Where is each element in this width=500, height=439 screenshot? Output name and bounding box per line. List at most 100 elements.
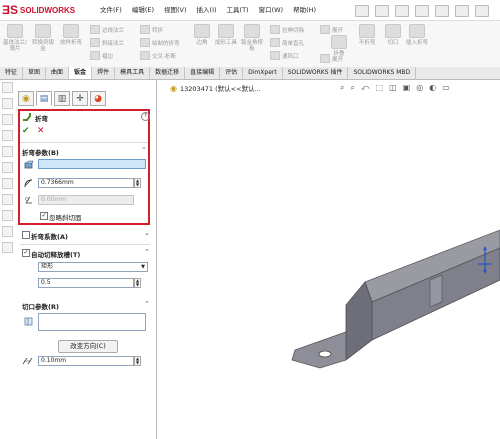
rip-params-chevron-icon[interactable]: ⌃ bbox=[144, 300, 150, 308]
display-style-icon[interactable]: ▣ bbox=[403, 83, 411, 93]
rip-params-header[interactable]: 切口参数(R) bbox=[22, 301, 59, 311]
tab-data-migration[interactable]: 数据迁移 bbox=[150, 67, 186, 79]
tab-sketch[interactable]: 草图 bbox=[23, 67, 47, 79]
lofted-bend-button[interactable]: 放样折弯 bbox=[58, 24, 84, 46]
menu-window[interactable]: 窗口(W) bbox=[259, 4, 284, 14]
side-icon-4[interactable] bbox=[2, 130, 13, 141]
undo-icon[interactable] bbox=[435, 5, 449, 17]
forming-tool-button[interactable]: 成形工具 bbox=[215, 24, 237, 46]
tab-surfaces[interactable]: 曲面 bbox=[46, 67, 70, 79]
side-icon-7[interactable] bbox=[2, 178, 13, 189]
insert-bends-button[interactable]: 插入折弯 bbox=[405, 24, 429, 46]
dimxpert-tab[interactable]: ✛ bbox=[72, 91, 88, 106]
gusset-button[interactable]: 钣金角撑板 bbox=[240, 24, 264, 52]
section-view-icon[interactable]: ⬚ bbox=[376, 83, 384, 93]
scene-icon[interactable]: ▭ bbox=[442, 83, 450, 93]
side-icon-3[interactable] bbox=[2, 114, 13, 125]
sheet-metal-part[interactable] bbox=[280, 220, 500, 370]
no-bend-button[interactable]: 不折弯 bbox=[355, 24, 379, 46]
base-flange-button[interactable]: 基体法兰/薄片 bbox=[2, 24, 28, 52]
side-icon-8[interactable] bbox=[2, 194, 13, 205]
tab-sheet-metal[interactable]: 钣金 bbox=[69, 67, 93, 79]
hem-button[interactable]: 褶边 bbox=[90, 51, 113, 60]
tab-weldments[interactable]: 焊件 bbox=[92, 67, 116, 79]
flatten-button[interactable]: 展开 bbox=[320, 54, 343, 63]
tab-direct-editing[interactable]: 直接编辑 bbox=[185, 67, 221, 79]
jog-button[interactable]: 转折 bbox=[140, 25, 163, 34]
rip-button[interactable]: 切口 bbox=[384, 24, 402, 46]
feature-breadcrumb[interactable]: ◉ 13203471 (默认<<默认... bbox=[170, 83, 261, 94]
open-icon[interactable] bbox=[375, 5, 389, 17]
property-manager-tab[interactable]: ▤ bbox=[36, 91, 52, 106]
ratio-spin-button[interactable]: ▲ ▼ bbox=[134, 278, 141, 288]
bend-allowance-header[interactable]: 折弯系数(A) bbox=[31, 231, 68, 241]
bend-angle-input[interactable]: 0.00mm bbox=[38, 195, 134, 205]
unfold-button[interactable]: 展开 bbox=[320, 25, 343, 34]
tab-dimxpert[interactable]: DimXpert bbox=[243, 67, 283, 79]
side-icon-11[interactable] bbox=[2, 242, 13, 253]
bend-params-header[interactable]: 折弯参数(B) bbox=[22, 147, 59, 157]
appearance-icon[interactable]: ◐ bbox=[429, 83, 436, 93]
select-icon[interactable] bbox=[455, 5, 469, 17]
auto-relief-header[interactable]: 自动切释放槽(T) bbox=[31, 249, 80, 259]
bend-radius-input[interactable]: 0.7366mm bbox=[38, 178, 134, 188]
help-icon[interactable]: ? bbox=[141, 112, 150, 121]
tab-addins[interactable]: SOLIDWORKS 插件 bbox=[283, 67, 349, 79]
side-icon-9[interactable] bbox=[2, 210, 13, 221]
side-icon-2[interactable] bbox=[2, 98, 13, 109]
gap-spin-button[interactable]: ▲ ▼ bbox=[134, 356, 141, 366]
side-icon-5[interactable] bbox=[2, 146, 13, 157]
side-icon-1[interactable] bbox=[2, 82, 13, 93]
print-icon[interactable] bbox=[415, 5, 429, 17]
auto-relief-chevron-icon[interactable]: ⌃ bbox=[144, 248, 150, 256]
ok-button[interactable]: ✔ bbox=[22, 126, 30, 136]
relief-type-select[interactable]: 矩形 ▼ bbox=[38, 262, 148, 272]
menu-file[interactable]: 文件(F) bbox=[100, 4, 122, 14]
view-orientation-icon[interactable]: ◫ bbox=[389, 83, 397, 93]
rip-edges-input[interactable] bbox=[38, 313, 146, 331]
previous-view-icon[interactable]: ⤺ bbox=[361, 83, 370, 93]
solidworks-logo[interactable]: ƎS SOLIDWORKS bbox=[2, 3, 75, 17]
menu-tools[interactable]: 工具(T) bbox=[227, 4, 249, 14]
side-icon-10[interactable] bbox=[2, 226, 13, 237]
cancel-button[interactable]: ✕ bbox=[37, 126, 45, 136]
auto-relief-checkbox[interactable]: ✓ bbox=[22, 249, 30, 257]
zoom-area-icon[interactable]: ⌕ bbox=[350, 83, 354, 93]
tab-mold-tools[interactable]: 模具工具 bbox=[115, 67, 151, 79]
menu-help[interactable]: 帮助(H) bbox=[293, 4, 316, 14]
rip-gap-input[interactable]: 0.10mm bbox=[38, 356, 134, 366]
new-doc-icon[interactable] bbox=[355, 5, 369, 17]
tab-features[interactable]: 特征 bbox=[0, 67, 24, 79]
vent-button[interactable]: 通风口 bbox=[270, 51, 299, 60]
side-icon-6[interactable] bbox=[2, 162, 13, 173]
feature-tree-tab[interactable]: ◉ bbox=[18, 91, 34, 106]
cross-break-button[interactable]: 交叉-折断 bbox=[140, 51, 176, 60]
fixed-face-input[interactable] bbox=[38, 159, 146, 169]
extruded-cut-button[interactable]: 拉伸切除 bbox=[270, 25, 304, 34]
options-icon[interactable] bbox=[475, 5, 489, 17]
relief-ratio-input[interactable]: 0.5 bbox=[38, 278, 134, 288]
bend-allowance-chevron-icon[interactable]: ⌄ bbox=[144, 229, 150, 237]
menu-view[interactable]: 视图(V) bbox=[164, 4, 187, 14]
collapse-chevron-icon[interactable]: ⌃ bbox=[141, 146, 147, 154]
hide-show-icon[interactable]: ◎ bbox=[416, 83, 423, 93]
ignore-bevel-checkbox[interactable]: ✓ bbox=[40, 212, 48, 220]
configuration-tab[interactable]: ▥ bbox=[54, 91, 70, 106]
convert-sheetmetal-icon bbox=[35, 24, 51, 38]
convert-sheetmetal-button[interactable]: 转换到钣金 bbox=[30, 24, 56, 52]
menu-edit[interactable]: 编辑(E) bbox=[132, 4, 154, 14]
sketched-bend-button[interactable]: 绘制的折弯 bbox=[140, 38, 180, 47]
zoom-fit-icon[interactable]: ⌕ bbox=[340, 83, 344, 93]
bend-allowance-checkbox[interactable] bbox=[22, 231, 30, 239]
menu-insert[interactable]: 插入(I) bbox=[197, 4, 217, 14]
simple-hole-button[interactable]: 简单直孔 bbox=[270, 38, 304, 47]
display-manager-tab[interactable]: ◕ bbox=[90, 91, 106, 106]
corner-button[interactable]: 边角 bbox=[192, 24, 212, 46]
tab-mbd[interactable]: SOLIDWORKS MBD bbox=[348, 67, 417, 79]
radius-spin-button[interactable]: ▲ ▼ bbox=[134, 178, 141, 188]
tab-evaluate[interactable]: 评估 bbox=[220, 67, 244, 79]
miter-flange-button[interactable]: 斜接法兰 bbox=[90, 38, 124, 47]
save-icon[interactable] bbox=[395, 5, 409, 17]
edge-flange-button[interactable]: 边线法兰 bbox=[90, 25, 124, 34]
change-direction-button[interactable]: 改变方向(C) bbox=[58, 340, 118, 353]
